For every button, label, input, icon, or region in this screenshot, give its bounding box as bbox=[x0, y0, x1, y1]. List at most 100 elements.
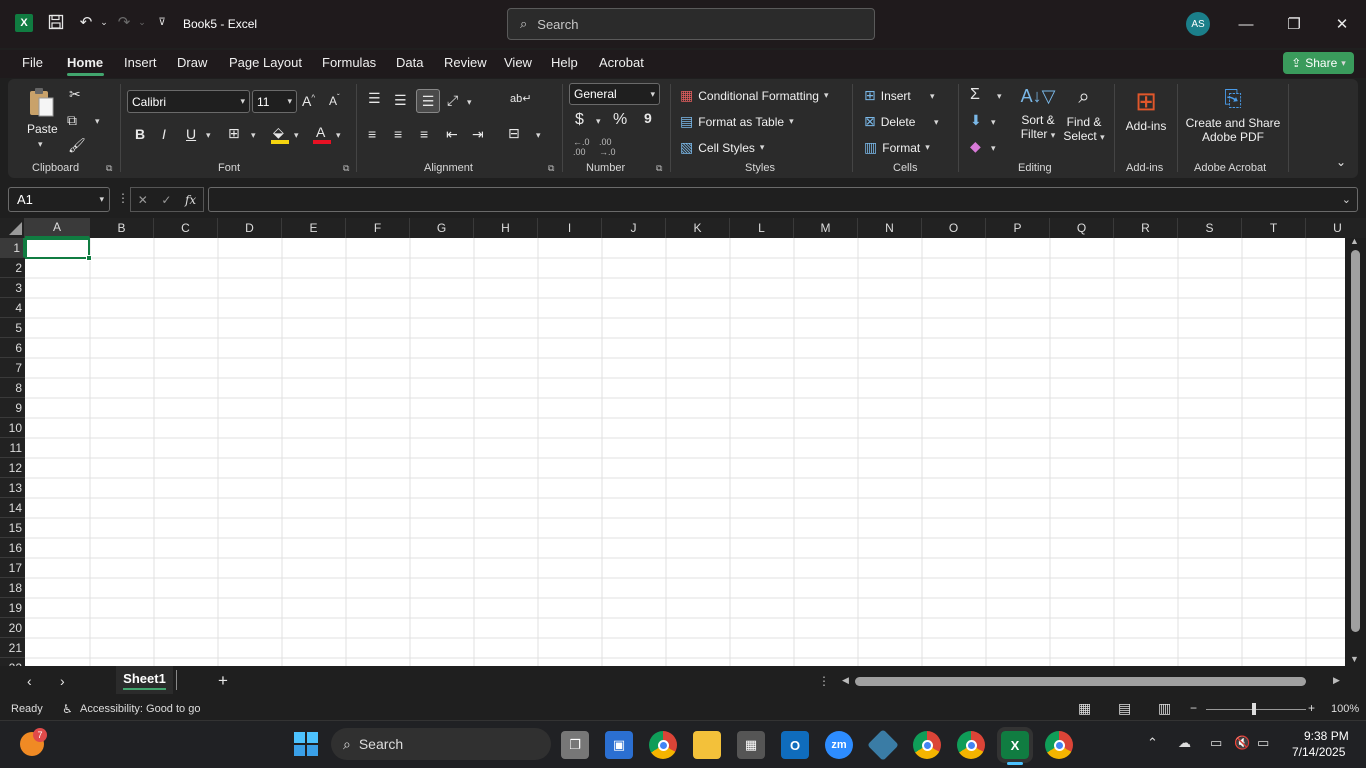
column-header-B[interactable]: B bbox=[90, 218, 154, 238]
format-painter-icon[interactable]: 🖌 bbox=[68, 137, 86, 154]
bold-button[interactable]: B bbox=[135, 126, 145, 142]
tab-home[interactable]: Home bbox=[67, 55, 103, 70]
increase-indent-icon[interactable]: ⇥ bbox=[472, 126, 484, 143]
format-cells-button[interactable]: ▥ Format ▾ bbox=[864, 139, 930, 156]
start-windows-icon[interactable] bbox=[294, 732, 318, 756]
sheet-prev-icon[interactable]: ‹ bbox=[27, 673, 32, 689]
tab-formulas[interactable]: Formulas bbox=[322, 55, 376, 70]
minimize-icon[interactable]: — bbox=[1234, 12, 1258, 36]
outlook-icon[interactable]: O bbox=[781, 731, 809, 759]
scroll-up-icon[interactable]: ▲ bbox=[1350, 236, 1359, 246]
tab-acrobat[interactable]: Acrobat bbox=[599, 55, 644, 70]
row-header-4[interactable]: 4 bbox=[0, 298, 25, 318]
row-header-8[interactable]: 8 bbox=[0, 378, 25, 398]
column-header-G[interactable]: G bbox=[410, 218, 474, 238]
cell-styles-button[interactable]: ▧ Cell Styles ▾ bbox=[680, 139, 764, 156]
column-header-Q[interactable]: Q bbox=[1050, 218, 1114, 238]
row-header-9[interactable]: 9 bbox=[0, 398, 25, 418]
redo-dropdown-icon[interactable]: ⌄ bbox=[133, 13, 151, 31]
bottom-align-button[interactable]: ☰ bbox=[416, 89, 440, 113]
tab-data[interactable]: Data bbox=[396, 55, 423, 70]
tab-file[interactable]: File bbox=[22, 55, 43, 70]
column-header-P[interactable]: P bbox=[986, 218, 1050, 238]
expand-formula-icon[interactable]: ⌄ bbox=[1342, 193, 1351, 206]
vertical-scroll-thumb[interactable] bbox=[1351, 250, 1360, 632]
tab-review[interactable]: Review bbox=[444, 55, 487, 70]
chrome-profile-4-icon[interactable] bbox=[1045, 731, 1073, 759]
autosum-icon[interactable]: Σ bbox=[970, 86, 980, 104]
worksheet-grid[interactable] bbox=[0, 218, 1366, 666]
row-header-19[interactable]: 19 bbox=[0, 598, 25, 618]
clipboard-launcher-icon[interactable]: ⧉ bbox=[106, 163, 112, 174]
store-icon[interactable]: ▣ bbox=[605, 731, 633, 759]
font-launcher-icon[interactable]: ⧉ bbox=[343, 163, 349, 174]
page-layout-view-icon[interactable]: ▤ bbox=[1118, 700, 1131, 717]
tab-insert[interactable]: Insert bbox=[124, 55, 157, 70]
column-header-H[interactable]: H bbox=[474, 218, 538, 238]
conditional-formatting-button[interactable]: ▦ Conditional Formatting ▾ bbox=[680, 87, 829, 104]
tab-view[interactable]: View bbox=[504, 55, 532, 70]
column-header-T[interactable]: T bbox=[1242, 218, 1306, 238]
customize-toolbar-icon[interactable]: ⊽ bbox=[153, 13, 171, 31]
row-header-3[interactable]: 3 bbox=[0, 278, 25, 298]
zoom-level[interactable]: 100% bbox=[1331, 703, 1359, 715]
column-header-A[interactable]: A bbox=[25, 218, 90, 238]
zoom-in-icon[interactable]: + bbox=[1308, 701, 1315, 715]
zoom-slider-track[interactable] bbox=[1206, 709, 1306, 710]
onedrive-icon[interactable]: ☁ bbox=[1178, 735, 1191, 751]
file-explorer-icon[interactable] bbox=[693, 731, 721, 759]
avatar[interactable]: AS bbox=[1186, 12, 1210, 36]
decrease-indent-icon[interactable]: ⇤ bbox=[446, 126, 458, 143]
row-header-16[interactable]: 16 bbox=[0, 538, 25, 558]
font-size-select[interactable]: 11 ▾ bbox=[252, 90, 297, 113]
column-header-M[interactable]: M bbox=[794, 218, 858, 238]
paste-button[interactable]: Paste bbox=[27, 122, 58, 136]
column-header-R[interactable]: R bbox=[1114, 218, 1178, 238]
clear-dropdown-icon[interactable]: ▾ bbox=[991, 143, 996, 154]
paste-dropdown-icon[interactable]: ▾ bbox=[38, 139, 43, 150]
taskbar-search[interactable]: ⌕ Search bbox=[331, 728, 551, 760]
scroll-left-icon[interactable]: ◀ bbox=[842, 675, 849, 686]
column-header-D[interactable]: D bbox=[218, 218, 282, 238]
number-launcher-icon[interactable]: ⧉ bbox=[656, 163, 662, 174]
row-header-20[interactable]: 20 bbox=[0, 618, 25, 638]
sheet-next-icon[interactable]: › bbox=[60, 673, 65, 689]
chrome-icon[interactable] bbox=[649, 731, 677, 759]
borders-dropdown-icon[interactable]: ▾ bbox=[251, 130, 256, 141]
find-select-button[interactable]: ⌕ Find & Select ▾ bbox=[1062, 86, 1106, 156]
increase-font-icon[interactable]: A^ bbox=[302, 93, 315, 109]
underline-button[interactable]: U bbox=[186, 126, 196, 142]
name-box[interactable]: A1 ▾ bbox=[8, 187, 110, 212]
number-format-select[interactable]: General ▾ bbox=[569, 83, 660, 105]
row-header-7[interactable]: 7 bbox=[0, 358, 25, 378]
comma-style-button[interactable]: 9 bbox=[644, 110, 652, 126]
merge-dropdown-icon[interactable]: ▾ bbox=[536, 130, 541, 141]
fill-color-icon[interactable]: ⬙ bbox=[271, 124, 289, 144]
save-icon[interactable] bbox=[47, 13, 65, 31]
column-header-N[interactable]: N bbox=[858, 218, 922, 238]
decrease-font-icon[interactable]: Aˇ bbox=[329, 93, 340, 108]
tab-page-layout[interactable]: Page Layout bbox=[229, 55, 302, 70]
underline-dropdown-icon[interactable]: ▾ bbox=[206, 130, 211, 141]
undo-dropdown-icon[interactable]: ⌄ bbox=[95, 13, 113, 31]
formula-bar-grip-icon[interactable]: ⋮ bbox=[117, 191, 129, 205]
chrome-profile-2-icon[interactable] bbox=[913, 731, 941, 759]
row-header-21[interactable]: 21 bbox=[0, 638, 25, 658]
row-header-18[interactable]: 18 bbox=[0, 578, 25, 598]
decrease-decimal-icon[interactable]: .00 →.0 bbox=[599, 137, 616, 157]
battery-icon[interactable]: ▭ bbox=[1257, 735, 1269, 751]
horizontal-scroll-thumb[interactable] bbox=[855, 677, 1306, 686]
select-all-corner[interactable] bbox=[0, 218, 25, 238]
add-sheet-button[interactable]: + bbox=[218, 671, 228, 691]
insert-cells-button[interactable]: ⊞ Insert bbox=[864, 87, 911, 104]
clock-date[interactable]: 7/14/2025 bbox=[1292, 745, 1345, 759]
selected-cell-a1[interactable] bbox=[25, 238, 90, 259]
borders-icon[interactable]: ⊞ bbox=[228, 125, 240, 142]
column-header-L[interactable]: L bbox=[730, 218, 794, 238]
orientation-icon[interactable]: ⤢ bbox=[447, 92, 458, 109]
ribbon-collapse-icon[interactable]: ⌄ bbox=[1336, 155, 1346, 169]
normal-view-icon[interactable]: ▦ bbox=[1078, 700, 1091, 717]
currency-dropdown-icon[interactable]: ▾ bbox=[596, 116, 601, 127]
insert-dropdown-icon[interactable]: ▾ bbox=[930, 91, 935, 102]
fill-dropdown-icon[interactable]: ▾ bbox=[991, 117, 996, 128]
